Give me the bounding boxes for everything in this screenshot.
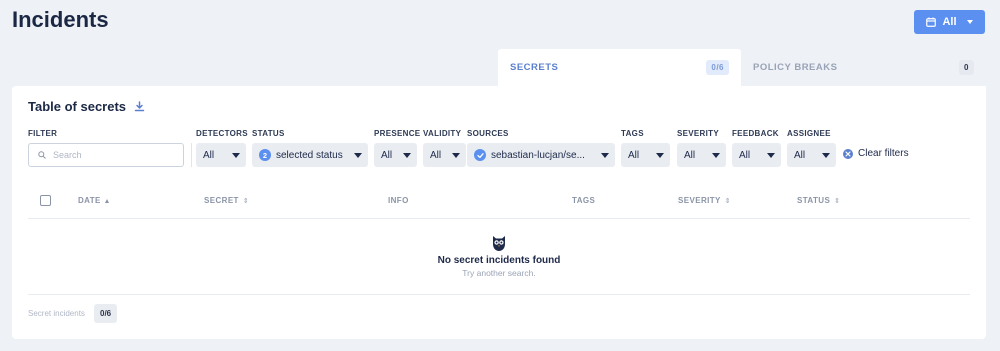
status-count-badge: 2 xyxy=(259,149,271,161)
empty-state-subtitle: Try another search. xyxy=(462,268,536,278)
validity-dropdown[interactable]: All xyxy=(423,143,466,167)
chevron-down-icon xyxy=(354,152,362,158)
check-icon xyxy=(474,149,486,161)
tags-label: TAGS xyxy=(621,129,644,138)
tab-bar: SECRETS 0/6 POLICY BREAKS 0 xyxy=(498,49,986,86)
detectors-value: All xyxy=(203,149,215,161)
column-header-status-label: STATUS xyxy=(797,196,831,205)
validity-value: All xyxy=(430,149,442,161)
column-header-info: INFO xyxy=(388,196,409,205)
secrets-table-card: Table of secrets FILTER DETECTORS All ST… xyxy=(12,86,986,339)
column-header-date[interactable]: DATE xyxy=(78,196,109,205)
tab-policy-breaks[interactable]: POLICY BREAKS 0 xyxy=(741,49,986,86)
search-field[interactable] xyxy=(28,143,184,167)
empty-state-title: No secret incidents found xyxy=(437,255,561,266)
assignee-value: All xyxy=(794,149,806,161)
date-filter-button[interactable]: All xyxy=(914,10,985,34)
date-filter-label: All xyxy=(942,16,957,28)
feedback-value: All xyxy=(739,149,751,161)
chevron-down-icon xyxy=(403,152,411,158)
tab-secrets-count: 0/6 xyxy=(706,60,729,75)
sources-label: SOURCES xyxy=(467,129,509,138)
column-header-info-label: INFO xyxy=(388,196,409,205)
search-input[interactable] xyxy=(53,150,173,160)
chevron-down-icon xyxy=(966,20,973,24)
chevron-down-icon xyxy=(601,152,609,158)
chevron-down-icon xyxy=(656,152,664,158)
owl-icon xyxy=(493,236,505,251)
tab-policy-breaks-count: 0 xyxy=(959,60,974,75)
tags-dropdown[interactable]: All xyxy=(621,143,670,167)
sort-icon: ⇕ xyxy=(834,197,841,205)
sort-icon: ⇕ xyxy=(724,197,732,205)
column-header-severity-label: SEVERITY xyxy=(678,196,721,205)
table-title-text: Table of secrets xyxy=(28,99,127,114)
footer-count-badge: 0/6 xyxy=(94,304,118,323)
chevron-down-icon xyxy=(232,152,240,158)
severity-label: SEVERITY xyxy=(677,129,719,138)
severity-dropdown[interactable]: All xyxy=(677,143,726,167)
detectors-label: DETECTORS xyxy=(196,129,248,138)
filter-label: FILTER xyxy=(28,129,58,138)
assignee-dropdown[interactable]: All xyxy=(787,143,836,167)
feedback-label: FEEDBACK xyxy=(732,129,779,138)
presence-label: PRESENCE xyxy=(374,129,421,138)
close-icon xyxy=(843,148,853,159)
tab-secrets[interactable]: SECRETS 0/6 xyxy=(498,49,741,86)
sources-dropdown[interactable]: sebastian-lucjan/se... xyxy=(467,143,615,167)
feedback-dropdown[interactable]: All xyxy=(732,143,781,167)
presence-dropdown[interactable]: All xyxy=(374,143,417,167)
sort-ascending-icon xyxy=(104,198,109,203)
footer-divider xyxy=(28,294,970,295)
column-header-secret-label: SECRET xyxy=(204,196,239,205)
sort-icon: ⇕ xyxy=(242,197,250,205)
column-header-date-label: DATE xyxy=(78,196,101,205)
tab-policy-breaks-label: POLICY BREAKS xyxy=(753,62,838,73)
chevron-down-icon xyxy=(767,152,775,158)
chevron-down-icon xyxy=(712,152,720,158)
filter-divider xyxy=(191,143,192,167)
tags-value: All xyxy=(628,149,640,161)
column-header-tags-label: TAGS xyxy=(572,196,596,205)
column-header-status[interactable]: STATUS ⇕ xyxy=(797,196,840,205)
column-header-secret[interactable]: SECRET ⇕ xyxy=(204,196,249,205)
column-header-severity[interactable]: SEVERITY ⇕ xyxy=(678,196,731,205)
sources-value: sebastian-lucjan/se... xyxy=(491,149,585,161)
status-dropdown[interactable]: 2 selected status xyxy=(252,143,368,167)
tab-secrets-label: SECRETS xyxy=(510,62,559,73)
footer-label: Secret incidents xyxy=(28,309,85,318)
search-icon xyxy=(38,151,46,159)
calendar-icon xyxy=(926,17,937,27)
page-title: Incidents xyxy=(12,7,109,32)
presence-value: All xyxy=(381,149,393,161)
chevron-down-icon xyxy=(822,152,830,158)
validity-label: VALIDITY xyxy=(423,129,462,138)
clear-filters-label: Clear filters xyxy=(858,148,909,159)
severity-value: All xyxy=(684,149,696,161)
download-icon[interactable] xyxy=(134,101,145,112)
chevron-down-icon xyxy=(452,152,460,158)
clear-filters-button[interactable]: Clear filters xyxy=(843,148,909,159)
table-title: Table of secrets xyxy=(28,99,145,114)
detectors-dropdown[interactable]: All xyxy=(196,143,246,167)
assignee-label: ASSIGNEE xyxy=(787,129,831,138)
status-label: STATUS xyxy=(252,129,285,138)
status-value: selected status xyxy=(276,149,343,161)
header-divider xyxy=(28,218,970,219)
column-header-tags: TAGS xyxy=(572,196,595,205)
select-all-checkbox[interactable] xyxy=(40,195,51,206)
